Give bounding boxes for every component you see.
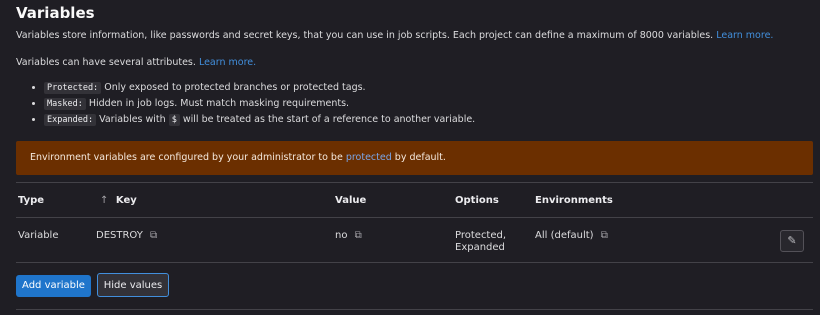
- attribute-code: Masked:: [44, 98, 86, 110]
- variable-type: Variable: [18, 230, 59, 241]
- attribute-text: Only exposed to protected branches or pr…: [104, 82, 366, 93]
- attribute-code: Protected:: [44, 82, 102, 94]
- copy-icon[interactable]: ⧉: [355, 230, 362, 241]
- option-expanded: Expanded: [455, 242, 505, 253]
- copy-icon[interactable]: ⧉: [601, 230, 608, 241]
- column-header-value: Value: [335, 195, 367, 206]
- option-protected: Protected,: [455, 230, 507, 241]
- variable-options: Protected, Expanded: [455, 230, 506, 254]
- attributes-paragraph: Variables can have several attributes. L…: [16, 57, 256, 68]
- table-divider: [16, 217, 813, 218]
- attribute-code: Expanded:: [44, 114, 97, 126]
- column-header-key[interactable]: ↑ Key: [100, 195, 137, 206]
- attribute-symbol: $: [168, 114, 180, 126]
- table-divider: [16, 182, 813, 183]
- column-header-environments: Environments: [535, 195, 613, 206]
- warning-banner: Environment variables are configured by …: [16, 141, 813, 175]
- table-divider: [16, 262, 813, 263]
- variable-environment: All (default): [535, 230, 594, 241]
- column-header-options: Options: [455, 195, 499, 206]
- column-header-key-label: Key: [115, 195, 137, 206]
- intro-learn-more-link[interactable]: Learn more.: [716, 30, 773, 41]
- variable-value: no: [335, 230, 348, 241]
- variables-panel: Variables Variables store information, l…: [0, 0, 820, 315]
- page-title: Variables: [16, 4, 95, 22]
- variable-key: DESTROY: [96, 230, 143, 241]
- attribute-protected: Protected: Only exposed to protected bra…: [44, 80, 475, 96]
- banner-text-before: Environment variables are configured by …: [30, 152, 343, 163]
- sort-arrow-icon: ↑: [100, 195, 109, 206]
- variable-key-cell: DESTROY ⧉: [96, 230, 157, 241]
- attribute-text: Hidden in job logs. Must match masking r…: [88, 98, 350, 109]
- attribute-masked: Masked: Hidden in job logs. Must match m…: [44, 96, 475, 112]
- attribute-text: Variables with: [99, 114, 166, 125]
- add-variable-button[interactable]: Add variable: [16, 275, 91, 297]
- edit-variable-button[interactable]: ✎: [780, 230, 804, 252]
- attribute-expanded: Expanded: Variables with $ will be treat…: [44, 112, 475, 128]
- intro-text: Variables store information, like passwo…: [16, 30, 714, 41]
- variable-value-cell: no ⧉: [335, 230, 362, 241]
- attributes-text: Variables can have several attributes.: [16, 57, 196, 68]
- attribute-text: will be treated as the start of a refere…: [182, 114, 476, 125]
- banner-text-after: by default.: [394, 152, 446, 163]
- banner-text: Environment variables are configured by …: [30, 152, 446, 163]
- hide-values-button[interactable]: Hide values: [97, 273, 169, 297]
- column-header-type: Type: [18, 195, 45, 206]
- attributes-learn-more-link[interactable]: Learn more.: [199, 57, 256, 68]
- copy-icon[interactable]: ⧉: [150, 230, 157, 241]
- pencil-icon: ✎: [787, 234, 797, 247]
- footer-divider: [16, 309, 813, 310]
- variable-environment-cell: All (default) ⧉: [535, 230, 608, 241]
- attributes-list: Protected: Only exposed to protected bra…: [30, 80, 475, 128]
- intro-paragraph: Variables store information, like passwo…: [16, 30, 773, 41]
- banner-protected-link[interactable]: protected: [346, 152, 392, 163]
